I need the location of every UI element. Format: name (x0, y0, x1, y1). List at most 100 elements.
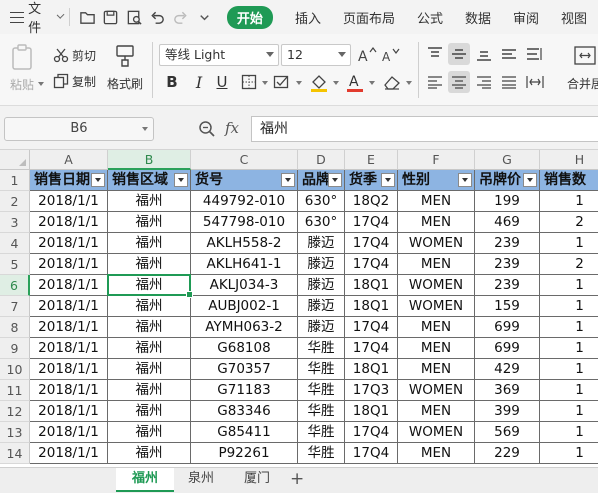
row-header-10[interactable]: 10 (0, 359, 30, 380)
table-cell[interactable]: P92261 (191, 443, 298, 464)
table-cell[interactable]: 1 (540, 233, 598, 254)
table-cell[interactable]: 18Q1 (345, 296, 398, 317)
font-size-select[interactable]: 12 (281, 44, 351, 66)
table-cell[interactable]: MEN (398, 317, 475, 338)
table-cell[interactable]: 福州 (108, 380, 191, 401)
justify-button[interactable] (498, 71, 520, 93)
save-button[interactable] (99, 4, 122, 30)
redo-button[interactable] (169, 4, 192, 30)
formula-input[interactable]: 福州 (251, 116, 598, 142)
table-cell[interactable]: 福州 (108, 401, 191, 422)
open-folder-button[interactable] (76, 4, 99, 30)
table-cell[interactable]: 17Q4 (345, 443, 398, 464)
table-cell[interactable]: 18Q1 (345, 275, 398, 296)
row-header-2[interactable]: 2 (0, 191, 30, 212)
column-header-e[interactable]: E (345, 150, 398, 170)
row-header-3[interactable]: 3 (0, 212, 30, 233)
fill-color-button[interactable] (308, 71, 330, 93)
distributed-button[interactable] (524, 71, 546, 93)
table-cell[interactable]: 华胜 (298, 443, 345, 464)
align-top-button[interactable] (424, 43, 446, 65)
table-cell[interactable]: 699 (475, 338, 540, 359)
table-cell[interactable]: 华胜 (298, 359, 345, 380)
table-cell[interactable]: G83346 (191, 401, 298, 422)
table-cell[interactable]: 547798-010 (191, 212, 298, 233)
table-cell[interactable]: MEN (398, 212, 475, 233)
table-cell[interactable]: 449792-010 (191, 191, 298, 212)
align-center-button[interactable] (448, 71, 470, 93)
header-cell[interactable]: 性别 (398, 170, 475, 191)
table-cell[interactable]: 2018/1/1 (30, 317, 108, 338)
table-cell[interactable]: 2018/1/1 (30, 212, 108, 233)
align-middle-button[interactable] (448, 43, 470, 65)
row-header-13[interactable]: 13 (0, 422, 30, 443)
row-header-5[interactable]: 5 (0, 254, 30, 275)
sheet-tab[interactable]: 泉州 (172, 468, 230, 492)
table-cell[interactable]: 福州 (108, 443, 191, 464)
table-cell[interactable]: 2018/1/1 (30, 191, 108, 212)
italic-icon[interactable]: I (189, 71, 209, 93)
font-color-button[interactable]: A (344, 71, 366, 93)
table-cell[interactable]: AKLJ034-3 (191, 275, 298, 296)
table-cell[interactable]: 1 (540, 275, 598, 296)
filter-dropdown-icon[interactable] (281, 173, 295, 187)
table-cell[interactable]: 239 (475, 233, 540, 254)
table-cell[interactable]: G71183 (191, 380, 298, 401)
column-header-c[interactable]: C (191, 150, 298, 170)
tab-page-layout[interactable]: 页面布局 (332, 0, 406, 34)
table-cell[interactable]: 17Q4 (345, 338, 398, 359)
font-name-select[interactable]: 等线 Light (159, 44, 279, 66)
table-cell[interactable]: 2018/1/1 (30, 275, 108, 296)
table-cell[interactable]: 2018/1/1 (30, 254, 108, 275)
table-cell[interactable]: 429 (475, 359, 540, 380)
filter-dropdown-icon[interactable] (381, 173, 395, 187)
select-all-corner[interactable] (0, 150, 30, 170)
header-cell[interactable]: 吊牌价 (475, 170, 540, 191)
table-cell[interactable]: 569 (475, 422, 540, 443)
table-cell[interactable]: 630° (298, 212, 345, 233)
table-cell[interactable]: 369 (475, 380, 540, 401)
table-cell[interactable]: 福州 (108, 338, 191, 359)
header-cell[interactable]: 销售数 (540, 170, 598, 191)
table-cell[interactable]: AYMH063-2 (191, 317, 298, 338)
table-cell[interactable]: G68108 (191, 338, 298, 359)
table-cell[interactable]: 18Q1 (345, 359, 398, 380)
align-bottom-button[interactable] (473, 43, 495, 65)
filter-dropdown-icon[interactable] (174, 173, 188, 187)
print-preview-button[interactable] (123, 4, 146, 30)
table-cell[interactable]: 华胜 (298, 401, 345, 422)
table-cell[interactable]: 17Q4 (345, 233, 398, 254)
table-cell[interactable]: MEN (398, 191, 475, 212)
filter-dropdown-icon[interactable] (328, 173, 342, 187)
tab-view[interactable]: 视图 (550, 0, 598, 34)
table-cell[interactable]: 滕迈 (298, 233, 345, 254)
table-cell[interactable]: 239 (475, 254, 540, 275)
tab-formulas[interactable]: 公式 (406, 0, 454, 34)
row-header-7[interactable]: 7 (0, 296, 30, 317)
table-cell[interactable]: 1 (540, 317, 598, 338)
increase-font-button[interactable]: A (356, 44, 378, 66)
header-cell[interactable]: 销售区域 (108, 170, 191, 191)
row-header-11[interactable]: 11 (0, 380, 30, 401)
table-cell[interactable]: 17Q4 (345, 254, 398, 275)
table-cell[interactable]: WOMEN (398, 296, 475, 317)
table-cell[interactable]: MEN (398, 254, 475, 275)
tab-review[interactable]: 审阅 (502, 0, 550, 34)
format-painter-button[interactable]: 格式刷 (107, 75, 143, 92)
table-cell[interactable]: 福州 (108, 422, 191, 443)
table-cell[interactable]: 199 (475, 191, 540, 212)
row-header-9[interactable]: 9 (0, 338, 30, 359)
copy-button[interactable]: 复制 (72, 73, 96, 90)
table-cell[interactable]: 福州 (108, 254, 191, 275)
decrease-font-button[interactable]: A (380, 44, 402, 66)
table-cell[interactable]: AKLH641-1 (191, 254, 298, 275)
table-cell[interactable]: 2 (540, 254, 598, 275)
table-cell[interactable]: 2018/1/1 (30, 422, 108, 443)
table-cell[interactable]: 福州 (108, 359, 191, 380)
table-cell[interactable]: AKLH558-2 (191, 233, 298, 254)
table-cell[interactable]: 18Q1 (345, 401, 398, 422)
table-cell[interactable]: 1 (540, 401, 598, 422)
table-cell[interactable]: WOMEN (398, 422, 475, 443)
row-header-6[interactable]: 6 (0, 275, 30, 296)
align-right-button[interactable] (473, 71, 495, 93)
